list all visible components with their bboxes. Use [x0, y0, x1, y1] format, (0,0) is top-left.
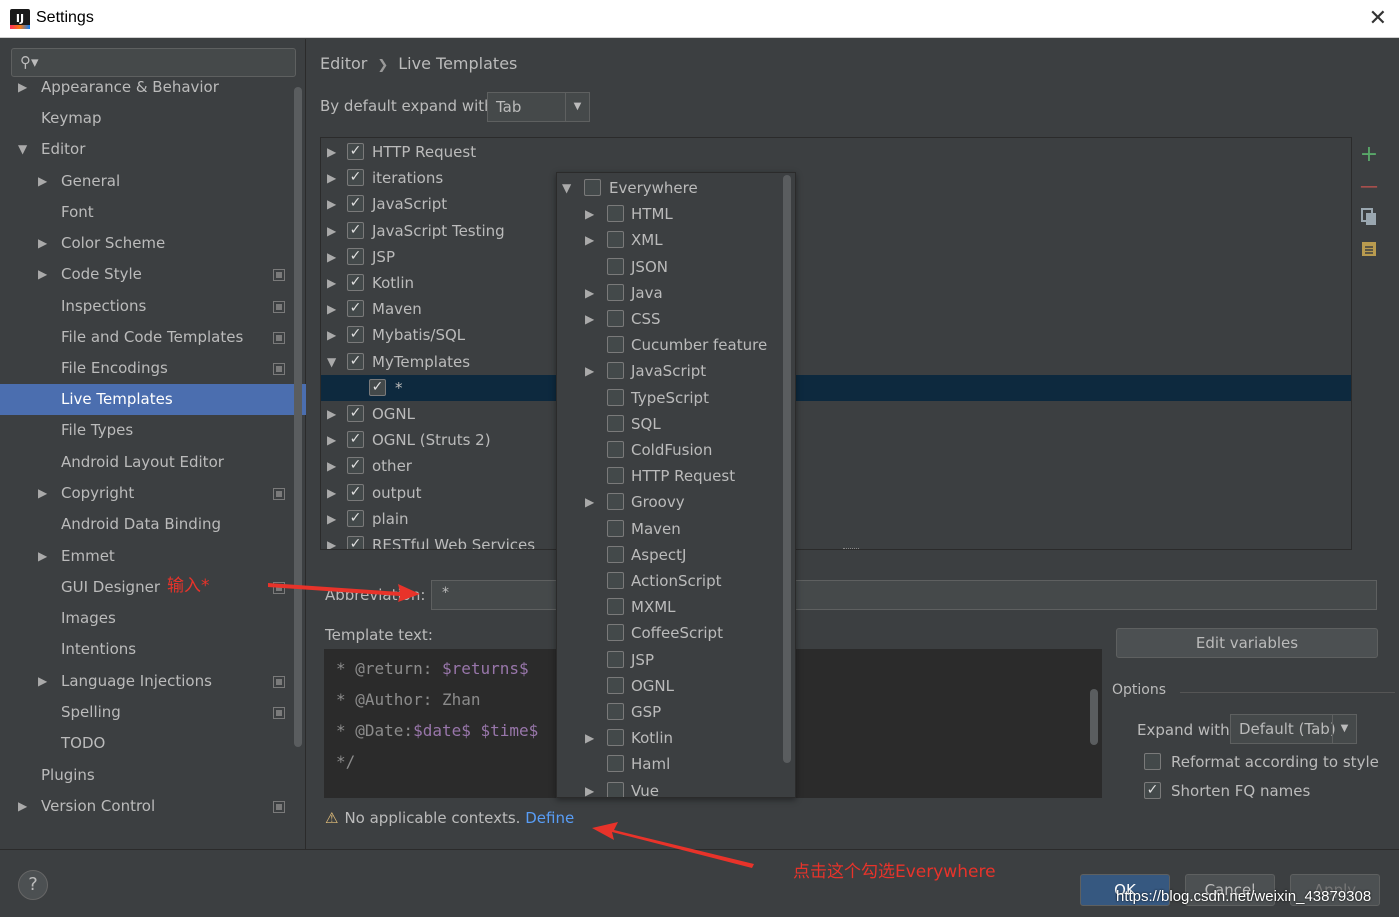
annotation-click-note: 点击这个勾选Everywhere — [793, 862, 996, 882]
arrow-to-define — [592, 822, 754, 868]
annotation-arrows — [268, 583, 754, 868]
arrow-to-abbreviation — [268, 583, 420, 602]
watermark-text: https://blog.csdn.net/weixin_43879308 — [1116, 888, 1372, 905]
annotation-input-note: 输入* — [167, 576, 210, 596]
